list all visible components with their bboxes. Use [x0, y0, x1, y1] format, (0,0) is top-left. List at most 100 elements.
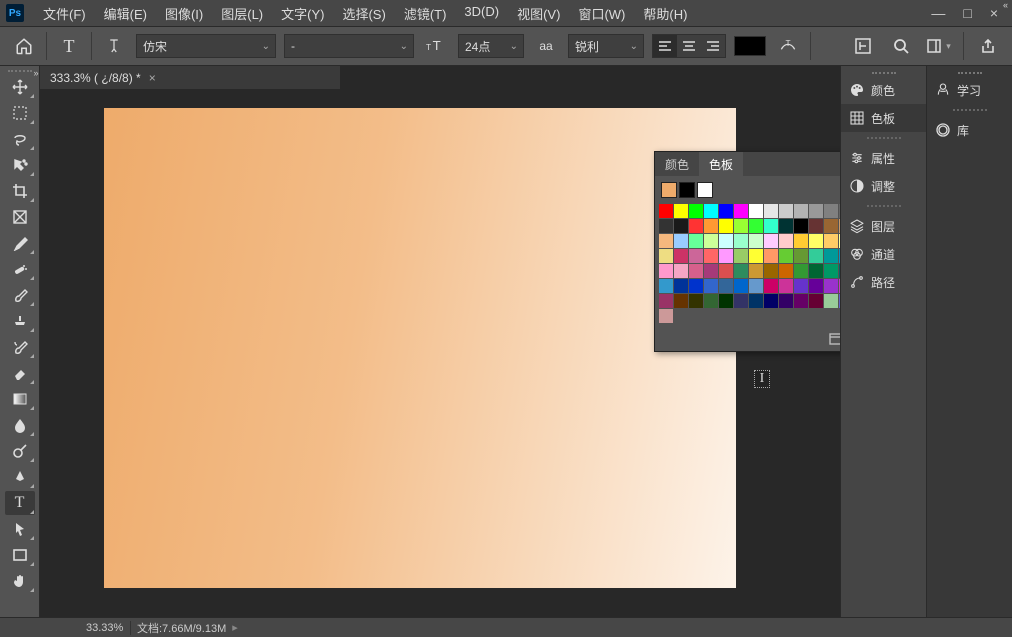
swatch[interactable] — [794, 204, 808, 218]
swatch[interactable] — [809, 204, 823, 218]
swatch[interactable] — [659, 234, 673, 248]
swatch[interactable] — [674, 234, 688, 248]
crop-tool[interactable] — [5, 179, 35, 203]
swatch[interactable] — [839, 204, 840, 218]
workspace-button[interactable]: ▾ — [925, 32, 953, 60]
panel-color[interactable]: 颜色 — [841, 76, 926, 104]
path-select-tool[interactable] — [5, 517, 35, 541]
swatch[interactable] — [809, 294, 823, 308]
swatch[interactable] — [674, 264, 688, 278]
panel-channels[interactable]: 通道 — [841, 240, 926, 268]
swatch[interactable] — [764, 234, 778, 248]
swatch[interactable] — [779, 219, 793, 233]
doc-info-caret-icon[interactable]: ▸ — [232, 621, 238, 634]
swatch[interactable] — [839, 249, 840, 263]
warp-text-button[interactable]: T — [774, 32, 802, 60]
swatch[interactable] — [749, 204, 763, 218]
blur-tool[interactable] — [5, 413, 35, 437]
swatch[interactable] — [839, 219, 840, 233]
font-size-dropdown[interactable]: 24点 — [458, 34, 524, 58]
swatch[interactable] — [764, 249, 778, 263]
swatch[interactable] — [674, 294, 688, 308]
rectangle-tool[interactable] — [5, 543, 35, 567]
frame-tool[interactable] — [5, 205, 35, 229]
swatch[interactable] — [719, 204, 733, 218]
swatch[interactable] — [689, 234, 703, 248]
panel-adjustments[interactable]: 调整 — [841, 172, 926, 200]
swatch[interactable] — [779, 204, 793, 218]
hand-tool[interactable] — [5, 569, 35, 593]
swatch[interactable] — [809, 234, 823, 248]
swatch[interactable] — [764, 264, 778, 278]
swatch[interactable] — [794, 219, 808, 233]
document-tab-close[interactable]: × — [149, 71, 156, 85]
history-brush-tool[interactable] — [5, 335, 35, 359]
swatch[interactable] — [779, 234, 793, 248]
swatch[interactable] — [659, 219, 673, 233]
swatch[interactable] — [749, 234, 763, 248]
swatch[interactable] — [764, 204, 778, 218]
share-button[interactable] — [974, 32, 1002, 60]
swatch[interactable] — [779, 294, 793, 308]
quick-select-tool[interactable] — [5, 153, 35, 177]
swatch[interactable] — [719, 294, 733, 308]
swatch[interactable] — [824, 294, 838, 308]
mid-swatch[interactable] — [679, 182, 695, 198]
swatch[interactable] — [719, 234, 733, 248]
swatch[interactable] — [824, 249, 838, 263]
swatch[interactable] — [734, 249, 748, 263]
swatch[interactable] — [794, 264, 808, 278]
swatch[interactable] — [674, 219, 688, 233]
swatch[interactable] — [689, 279, 703, 293]
swatch[interactable] — [824, 219, 838, 233]
swatch[interactable] — [659, 204, 673, 218]
brush-tool[interactable] — [5, 283, 35, 307]
swatch[interactable] — [839, 294, 840, 308]
swatch[interactable] — [734, 279, 748, 293]
swatch[interactable] — [704, 264, 718, 278]
swatch[interactable] — [764, 294, 778, 308]
marquee-tool[interactable] — [5, 101, 35, 125]
swatch[interactable] — [659, 309, 673, 323]
swatch[interactable] — [764, 279, 778, 293]
swatch[interactable] — [809, 264, 823, 278]
swatch[interactable] — [764, 219, 778, 233]
search-button[interactable] — [887, 32, 915, 60]
swatch[interactable] — [749, 249, 763, 263]
swatch[interactable] — [704, 294, 718, 308]
character-panel-button[interactable] — [849, 32, 877, 60]
swatch[interactable] — [704, 204, 718, 218]
panel-swatches[interactable]: 色板 — [841, 104, 926, 132]
swatch[interactable] — [824, 234, 838, 248]
home-button[interactable] — [10, 32, 38, 60]
canvas[interactable] — [104, 108, 736, 588]
swatch[interactable] — [794, 249, 808, 263]
swatch[interactable] — [704, 234, 718, 248]
swatch[interactable] — [719, 249, 733, 263]
swatch[interactable] — [689, 219, 703, 233]
align-left-button[interactable] — [653, 35, 677, 57]
new-swatch-button[interactable] — [829, 333, 840, 345]
lasso-tool[interactable] — [5, 127, 35, 151]
pen-tool[interactable] — [5, 465, 35, 489]
swatch[interactable] — [659, 264, 673, 278]
swatch[interactable] — [734, 204, 748, 218]
swatch[interactable] — [839, 264, 840, 278]
text-color-chip[interactable] — [734, 36, 766, 56]
swatch[interactable] — [734, 264, 748, 278]
swatch[interactable] — [779, 249, 793, 263]
font-style-dropdown[interactable]: - — [284, 34, 414, 58]
swatch[interactable] — [809, 249, 823, 263]
swatch[interactable] — [659, 249, 673, 263]
swatch[interactable] — [749, 279, 763, 293]
swatch[interactable] — [719, 279, 733, 293]
foreground-swatch[interactable] — [661, 182, 677, 198]
panel-properties[interactable]: 属性 — [841, 144, 926, 172]
swatches-tab[interactable]: 色板 — [699, 152, 743, 177]
panel-libraries[interactable]: 库 — [927, 116, 1012, 144]
swatch[interactable] — [689, 294, 703, 308]
swatch[interactable] — [689, 249, 703, 263]
swatch[interactable] — [839, 234, 840, 248]
swatch[interactable] — [809, 219, 823, 233]
swatches-grid[interactable] — [655, 204, 840, 327]
